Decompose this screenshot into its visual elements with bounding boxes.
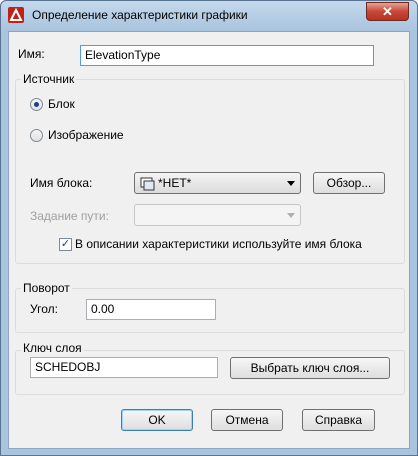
angle-input[interactable]: 0.00 [86,299,216,320]
block-name-label: Имя блока: [30,176,93,190]
dialog-body: Имя: ElevationType Источник Блок Изображ… [8,31,410,449]
close-icon: ✕ [382,4,393,19]
layer-key-input[interactable]: SCHEDOBJ [30,357,218,378]
help-button[interactable]: Справка [302,409,375,431]
name-input[interactable]: ElevationType [80,45,374,66]
window-title: Определение характеристики графики [32,8,248,22]
ok-button[interactable]: OK [121,409,193,431]
chevron-down-icon [287,213,295,218]
image-radio-label[interactable]: Изображение [48,128,124,142]
block-name-dropdown[interactable]: *НЕТ* [134,172,301,194]
browse-button[interactable]: Обзор... [313,172,385,194]
block-name-value: *НЕТ* [158,176,192,190]
layer-key-group-title: Ключ слоя [21,341,84,355]
title-bar[interactable]: Определение характеристики графики ✕ [1,1,417,31]
angle-label: Угол: [30,302,58,316]
chevron-down-icon [287,181,295,186]
name-label: Имя: [18,47,45,61]
close-button[interactable]: ✕ [366,2,409,21]
image-radio[interactable] [30,129,43,142]
use-block-name-checkbox[interactable]: ✓ [59,238,72,251]
source-group-title: Источник [21,72,77,86]
path-dropdown[interactable] [134,204,301,226]
block-radio[interactable] [30,98,43,111]
use-block-name-label[interactable]: В описании характеристики используйте им… [75,237,362,251]
cancel-button[interactable]: Отмена [211,409,283,431]
autocad-app-icon [8,7,24,23]
path-label: Задание пути: [30,209,109,223]
rotation-group-title: Поворот [21,281,72,295]
block-radio-label[interactable]: Блок [48,97,75,111]
select-layer-key-button[interactable]: Выбрать ключ слоя... [230,357,390,379]
dialog-window: Определение характеристики графики ✕ Имя… [0,0,418,456]
block-icon [140,177,155,191]
